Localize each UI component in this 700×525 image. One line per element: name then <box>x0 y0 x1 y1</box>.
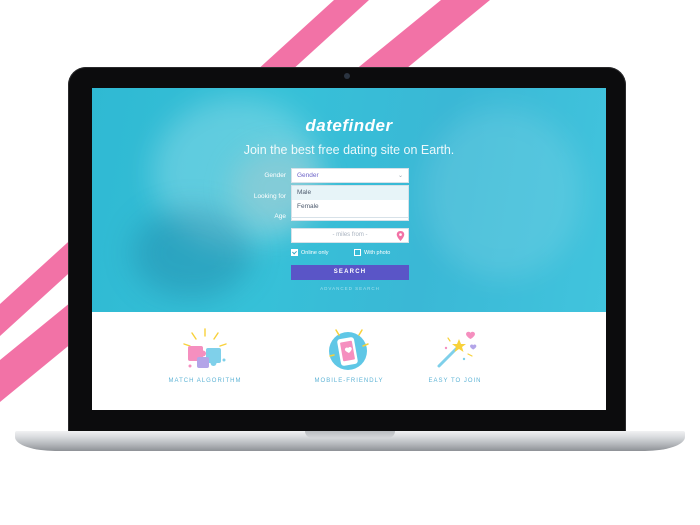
advanced-search-link[interactable]: ADVANCED SEARCH <box>291 286 409 291</box>
location-input[interactable]: - miles from - <box>291 228 409 243</box>
tagline: Join the best free dating site on Earth. <box>243 143 455 157</box>
dropdown-option-female[interactable]: Female <box>292 200 408 214</box>
gender-label: Gender <box>264 172 286 179</box>
location-placeholder: - miles from - <box>332 232 368 238</box>
feature-label: EASY TO JOIN <box>428 378 482 384</box>
with-photo-label: With photo <box>364 249 391 256</box>
webcam-icon <box>344 73 350 79</box>
laptop-notch <box>305 431 395 438</box>
chevron-down-icon: ⌄ <box>397 173 403 179</box>
phone-icon <box>329 329 369 370</box>
site-logo[interactable]: datefinder <box>92 116 606 136</box>
puzzle-icon <box>183 328 227 368</box>
gender-dropdown: Male Female <box>291 185 409 218</box>
feature-match-algorithm: MATCH ALGORITHM <box>160 326 250 384</box>
online-only-checkbox[interactable]: Online only <box>291 249 329 256</box>
gender-select-value: Gender <box>297 172 319 179</box>
gender-select[interactable]: Gender ⌄ <box>291 168 409 183</box>
dropdown-option-male[interactable]: Male <box>292 186 408 200</box>
feature-easy-to-join: EASY TO JOIN <box>410 326 500 384</box>
features-section: MATCH ALGORITHM MOBILE-FRIENDLY EASY TO … <box>92 312 606 410</box>
checkbox-checked-icon <box>291 249 298 256</box>
hero-section: datefinder Join the best free dating sit… <box>92 88 606 312</box>
map-pin-icon <box>396 231 405 241</box>
feature-label: MOBILE-FRIENDLY <box>314 378 384 384</box>
feature-label: MATCH ALGORITHM <box>168 378 242 384</box>
feature-mobile-friendly: MOBILE-FRIENDLY <box>304 326 394 384</box>
search-button[interactable]: SEARCH <box>291 265 409 280</box>
laptop-screen: datefinder Join the best free dating sit… <box>92 88 606 410</box>
checkbox-unchecked-icon <box>354 249 361 256</box>
with-photo-checkbox[interactable]: With photo <box>354 249 390 256</box>
age-label: Age <box>274 213 286 220</box>
online-only-label: Online only <box>301 249 329 256</box>
stage: datefinder Join the best free dating sit… <box>0 0 700 525</box>
magic-wand-icon <box>437 331 477 368</box>
looking-for-label: Looking for <box>253 193 286 200</box>
